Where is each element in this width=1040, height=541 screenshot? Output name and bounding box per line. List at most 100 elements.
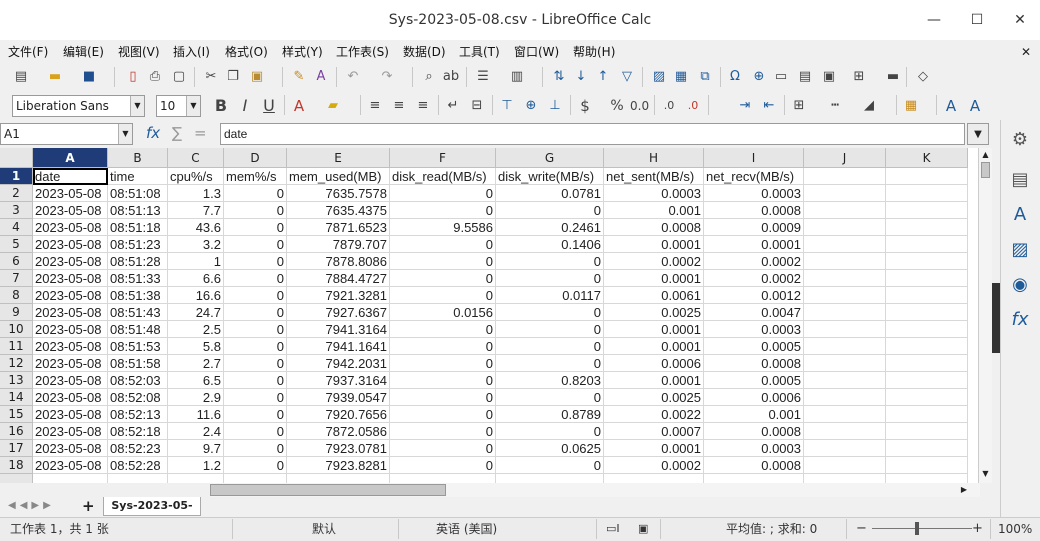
grid-cell[interactable]: 0.0117 — [496, 287, 604, 304]
grid-cell[interactable] — [224, 474, 287, 483]
grid-cell[interactable]: 0.0025 — [604, 304, 704, 321]
grid-cell[interactable] — [390, 474, 496, 483]
row-header[interactable]: 15 — [0, 406, 33, 423]
paste-icon[interactable]: ▣ — [248, 68, 266, 86]
align-left-icon[interactable]: ≡ — [366, 97, 384, 115]
font-color-icon[interactable]: A — [290, 97, 308, 115]
grid-cell[interactable]: 7941.1641 — [287, 338, 390, 355]
define-print-area-icon[interactable]: ▣ — [820, 68, 838, 86]
grid-cell[interactable]: 0.0008 — [604, 219, 704, 236]
sidebar-collapse-handle[interactable] — [992, 283, 1000, 353]
grid-cell[interactable] — [804, 338, 886, 355]
grid-cell[interactable]: disk_read(MB/s) — [390, 168, 496, 185]
close-button[interactable]: ✕ — [1008, 8, 1032, 32]
chevron-down-icon[interactable]: ▼ — [186, 96, 200, 116]
row-header[interactable]: 4 — [0, 219, 33, 236]
grid-cell[interactable]: 0.0001 — [704, 236, 804, 253]
navigator-icon[interactable]: ◉ — [1008, 273, 1032, 297]
grid-cell[interactable]: 2023-05-08 — [33, 440, 108, 457]
grid-cell[interactable]: 0 — [496, 304, 604, 321]
grid-cell[interactable]: 7942.2031 — [287, 355, 390, 372]
align-bottom-icon[interactable]: ⊥ — [546, 97, 564, 115]
maximize-button[interactable]: ☐ — [965, 8, 989, 32]
freeze-rows-columns-icon[interactable]: ⊞ — [850, 68, 868, 86]
grid-cell[interactable]: 0.0025 — [604, 389, 704, 406]
grid-cell[interactable]: 0.0002 — [704, 270, 804, 287]
row-header[interactable]: 3 — [0, 202, 33, 219]
row-header[interactable]: 18 — [0, 457, 33, 474]
menu-data[interactable]: 数据(D) — [403, 44, 446, 60]
grid-cell[interactable]: 0.001 — [704, 406, 804, 423]
grid-cell[interactable]: 0.0003 — [704, 440, 804, 457]
sheet-tab[interactable]: Sys-2023-05-08 — [103, 497, 201, 530]
grid-cell[interactable]: 08:51:13 — [108, 202, 168, 219]
grid-cell[interactable]: 0.001 — [604, 202, 704, 219]
headers-footers-icon[interactable]: ▤ — [796, 68, 814, 86]
align-center-icon[interactable]: ≡ — [390, 97, 408, 115]
column-header-a[interactable]: A — [33, 148, 108, 168]
grid-cell[interactable] — [886, 423, 968, 440]
grid-cell[interactable]: 0 — [496, 202, 604, 219]
grid-cell[interactable]: time — [108, 168, 168, 185]
grid-cell[interactable]: 0.8203 — [496, 372, 604, 389]
row-header[interactable]: 1 — [0, 168, 33, 185]
grid-cell[interactable]: 7879.707 — [287, 236, 390, 253]
menu-format[interactable]: 格式(O) — [225, 44, 268, 60]
grid-cell[interactable] — [804, 355, 886, 372]
grid-cell[interactable]: 0.8789 — [496, 406, 604, 423]
grid-cell[interactable]: 9.5586 — [390, 219, 496, 236]
grid-cell[interactable]: 0 — [224, 253, 287, 270]
grid-cell[interactable]: 0 — [224, 321, 287, 338]
grid-cell[interactable]: 7872.0586 — [287, 423, 390, 440]
grid-cell[interactable]: 0.0008 — [704, 457, 804, 474]
grid-cell[interactable]: 0 — [390, 423, 496, 440]
grid-cell[interactable]: 0 — [390, 457, 496, 474]
grid-cell[interactable] — [886, 474, 968, 483]
grid-cell[interactable]: 7878.8086 — [287, 253, 390, 270]
grid-cell[interactable]: 1 — [168, 253, 224, 270]
minimize-button[interactable]: — — [922, 8, 946, 32]
grid-cell[interactable]: 0 — [390, 270, 496, 287]
grid-cell[interactable]: 0.0009 — [704, 219, 804, 236]
decrease-indent-icon[interactable]: ⇤ — [760, 97, 778, 115]
grid-cell[interactable]: 0.0001 — [604, 270, 704, 287]
grid-cell[interactable]: 0.0007 — [604, 423, 704, 440]
currency-format-icon[interactable]: $ — [576, 97, 594, 115]
grid-cell[interactable]: disk_write(MB/s) — [496, 168, 604, 185]
grid-cell[interactable]: 11.6 — [168, 406, 224, 423]
column-header-i[interactable]: I — [704, 148, 804, 168]
highlight-color-icon[interactable]: ▰ — [324, 97, 342, 115]
grid-cell[interactable]: 7635.4375 — [287, 202, 390, 219]
grid-cell[interactable]: mem_used(MB) — [287, 168, 390, 185]
row-header[interactable] — [0, 474, 33, 483]
grid-cell[interactable]: 0 — [390, 253, 496, 270]
functions-icon[interactable]: fx — [1008, 308, 1032, 332]
grid-cell[interactable]: 0 — [390, 355, 496, 372]
grid-cell[interactable]: 7941.3164 — [287, 321, 390, 338]
grid-cell[interactable]: 0.0061 — [604, 287, 704, 304]
vertical-scroll-thumb[interactable] — [981, 162, 990, 178]
insert-image-icon[interactable]: ▨ — [650, 68, 668, 86]
grid-cell[interactable]: 0 — [224, 423, 287, 440]
grid-cell[interactable]: 0.0047 — [704, 304, 804, 321]
align-top-icon[interactable]: ⊤ — [498, 97, 516, 115]
align-right-icon[interactable]: ≡ — [414, 97, 432, 115]
grid-cell[interactable]: 0.0008 — [704, 202, 804, 219]
row-header[interactable]: 14 — [0, 389, 33, 406]
properties-icon[interactable]: ▤ — [1008, 168, 1032, 192]
menu-insert[interactable]: 插入(I) — [173, 44, 210, 60]
grid-cell[interactable]: 2.4 — [168, 423, 224, 440]
new-document-icon[interactable]: ▤ — [12, 68, 30, 86]
print-preview-icon[interactable]: ▢ — [170, 68, 188, 86]
grid-cell[interactable]: 08:51:18 — [108, 219, 168, 236]
grid-cell[interactable]: 0 — [224, 202, 287, 219]
grid-cell[interactable]: 0 — [496, 338, 604, 355]
grid-cell[interactable]: 0.0022 — [604, 406, 704, 423]
redo-icon[interactable]: ↷ — [378, 68, 396, 86]
clone-formatting-icon[interactable]: ✎ — [290, 68, 308, 86]
center-vertically-icon[interactable]: ⊕ — [522, 97, 540, 115]
select-all-corner[interactable] — [0, 148, 33, 168]
grid-cell[interactable]: 7920.7656 — [287, 406, 390, 423]
row-header[interactable]: 6 — [0, 253, 33, 270]
column-header-k[interactable]: K — [886, 148, 968, 168]
